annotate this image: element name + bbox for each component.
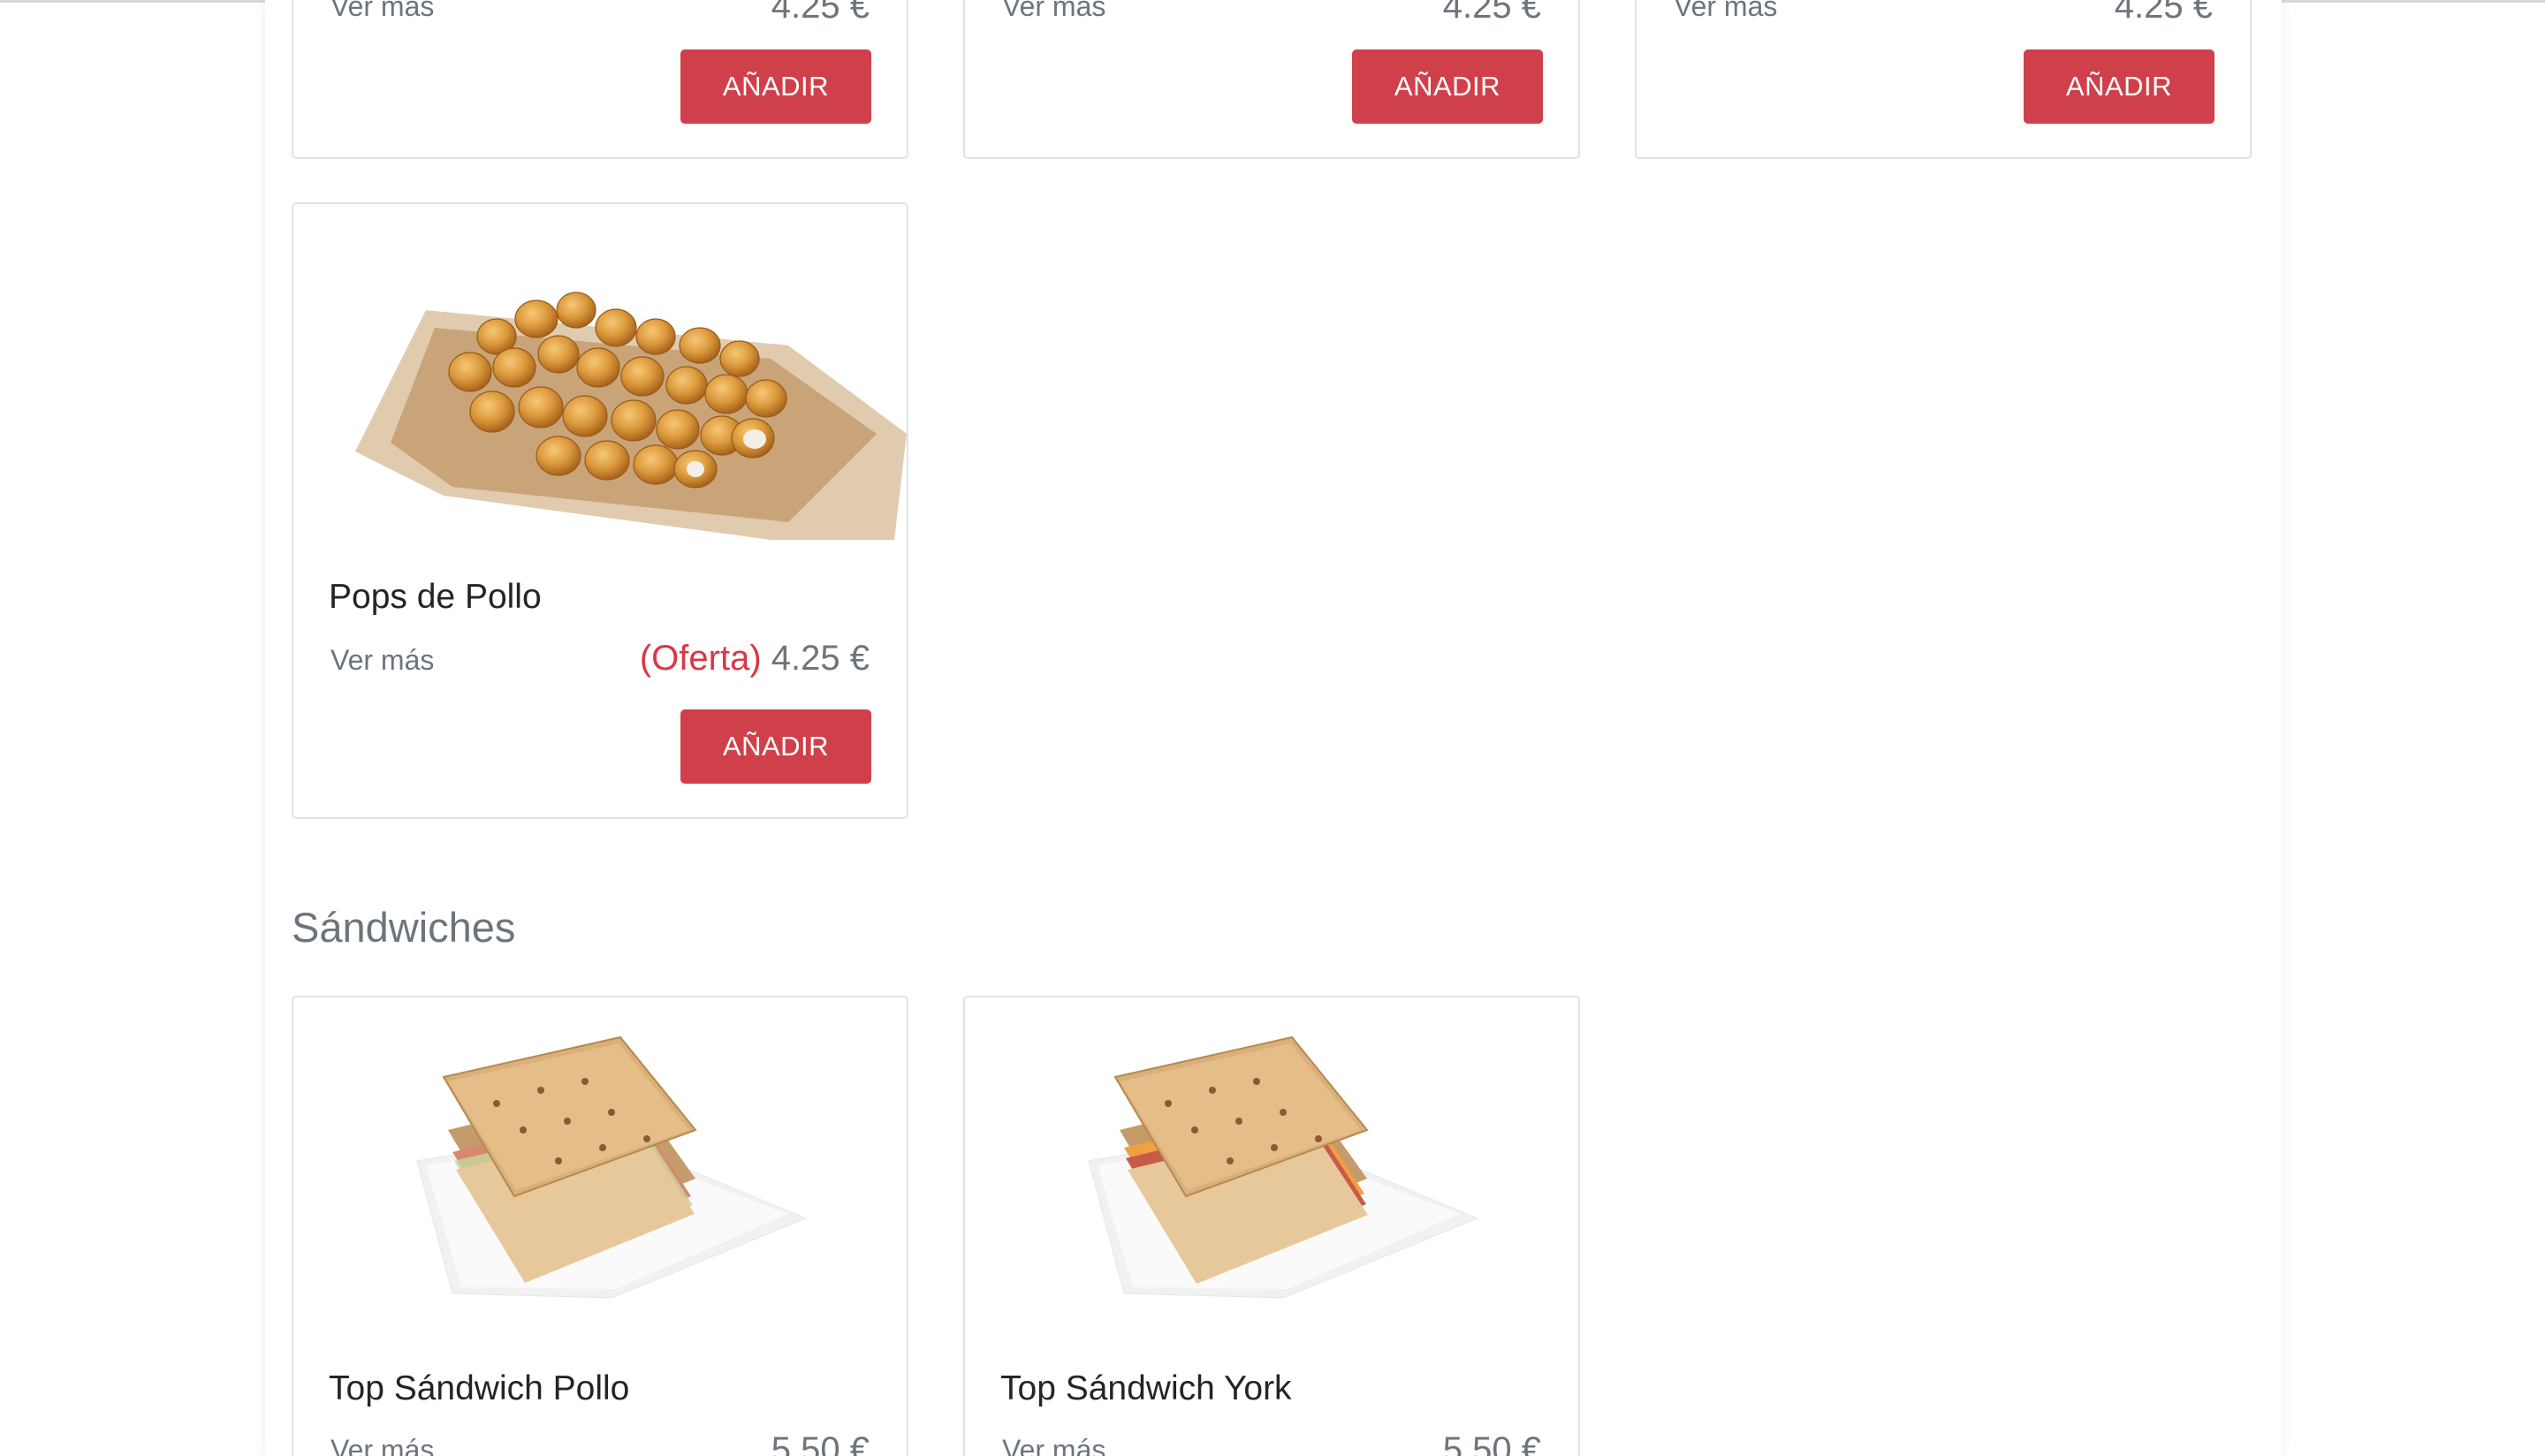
product-title: Top Sándwich Pollo bbox=[329, 1369, 630, 1407]
product-price: 5.50 € bbox=[1443, 1432, 1541, 1456]
ver-mas-link[interactable]: Ver más bbox=[1002, 0, 1105, 20]
price-value: 5.50 € bbox=[1442, 1430, 1541, 1456]
price-value: 4.25 € bbox=[771, 639, 870, 678]
price-value: 4.25 € bbox=[2114, 0, 2213, 26]
ver-mas-link[interactable]: Ver más bbox=[1674, 0, 1777, 20]
add-button[interactable]: AÑADIR bbox=[1352, 49, 1543, 124]
product-image[interactable] bbox=[293, 204, 907, 540]
add-button[interactable]: AÑADIR bbox=[2024, 49, 2215, 124]
product-card: Ver más 4.25 € AÑADIR bbox=[1635, 0, 2252, 159]
product-price: 4.25 € bbox=[1443, 0, 1541, 24]
page: Ver más 4.25 € AÑADIR Ver más 4.25 € AÑA… bbox=[0, 0, 2545, 1456]
product-card: Ver más 4.25 € AÑADIR bbox=[292, 0, 908, 159]
ver-mas-link[interactable]: Ver más bbox=[1002, 1436, 1105, 1456]
product-price: 4.25 € bbox=[771, 0, 870, 24]
product-title: Pops de Pollo bbox=[329, 578, 542, 616]
add-button[interactable]: AÑADIR bbox=[680, 49, 871, 124]
product-title: Top Sándwich York bbox=[1000, 1369, 1292, 1407]
product-card-top-sandwich-york: Top Sándwich York Ver más 5.50 € bbox=[963, 996, 1580, 1456]
product-card: Ver más 4.25 € AÑADIR bbox=[963, 0, 1580, 159]
product-image[interactable] bbox=[293, 997, 907, 1333]
section-title-sandwiches: Sándwiches bbox=[292, 904, 516, 951]
ver-mas-link[interactable]: Ver más bbox=[330, 646, 434, 674]
sandwich-pollo-image bbox=[416, 1035, 808, 1299]
product-price: 5.50 € bbox=[771, 1432, 870, 1456]
add-button[interactable]: AÑADIR bbox=[680, 709, 871, 784]
offer-label: (Oferta) bbox=[639, 639, 762, 678]
menu-container: Ver más 4.25 € AÑADIR Ver más 4.25 € AÑA… bbox=[265, 0, 2282, 1456]
chicken-pops-image bbox=[355, 292, 907, 540]
product-card-pops-de-pollo: Pops de Pollo Ver más (Oferta) 4.25 € AÑ… bbox=[292, 202, 908, 819]
ver-mas-link[interactable]: Ver más bbox=[330, 0, 434, 20]
price-value: 4.25 € bbox=[1442, 0, 1541, 26]
price-value: 4.25 € bbox=[771, 0, 870, 26]
price-value: 5.50 € bbox=[771, 1430, 870, 1456]
product-price: 4.25 € bbox=[2115, 0, 2213, 24]
product-image[interactable] bbox=[965, 997, 1578, 1333]
product-card-top-sandwich-pollo: Top Sándwich Pollo Ver más 5.50 € bbox=[292, 996, 908, 1456]
sandwich-york-image bbox=[1088, 1035, 1479, 1299]
product-price: (Oferta) 4.25 € bbox=[640, 641, 870, 676]
ver-mas-link[interactable]: Ver más bbox=[330, 1436, 434, 1456]
